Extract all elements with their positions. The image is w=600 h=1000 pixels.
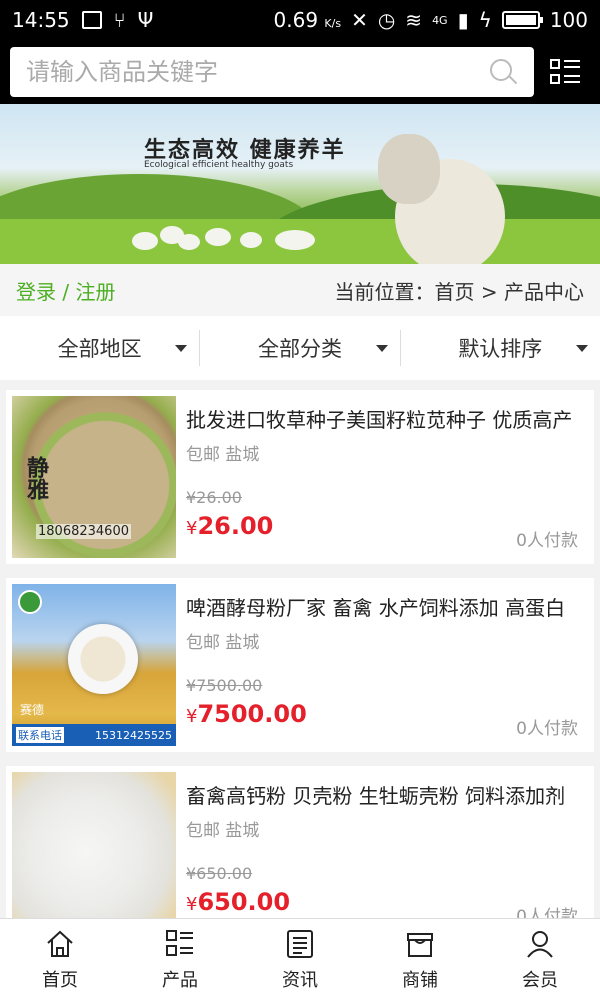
breadcrumb-bar: 登录 / 注册 当前位置：首页 > 产品中心 <box>0 264 600 316</box>
charging-icon: ϟ <box>478 8 492 32</box>
alarm-icon: ◷ <box>377 8 396 32</box>
product-image[interactable]: 静雅 18068234600 <box>12 396 176 558</box>
battery-icon <box>501 11 543 29</box>
usb-icon: Ψ <box>137 8 154 32</box>
chevron-down-icon <box>375 345 388 352</box>
tab-products[interactable]: 产品 <box>120 919 240 1000</box>
bottom-tab-bar: 首页 产品 资讯 商铺 会员 <box>0 918 600 1000</box>
status-bar: 14:55 ⑂ Ψ 0.69 K/s ✕ ◷ ≋ 4G ▮ ϟ 100 <box>0 0 600 40</box>
news-icon <box>287 929 313 958</box>
mute-icon: ✕ <box>351 8 368 32</box>
brand-logo-icon <box>18 590 42 614</box>
network-type: 4G <box>432 13 448 27</box>
original-price: ¥7500.00 <box>186 676 263 695</box>
tab-news[interactable]: 资讯 <box>240 919 360 1000</box>
search-input[interactable] <box>26 58 488 86</box>
category-menu-icon[interactable] <box>550 57 580 87</box>
tab-member[interactable]: 会员 <box>480 919 600 1000</box>
product-tag: 包邮 盐城 <box>186 633 260 653</box>
wifi-icon: ≋ <box>405 8 423 32</box>
image-notification-icon <box>81 11 102 29</box>
product-image[interactable]: 赛德 联系电话 15312425525 <box>12 584 176 746</box>
tab-home[interactable]: 首页 <box>0 919 120 1000</box>
original-price: ¥650.00 <box>186 864 253 883</box>
product-title[interactable]: 啤酒酵母粉厂家 畜禽 水产饲料添加 高蛋白 <box>186 592 581 621</box>
login-register-link[interactable]: 登录 / 注册 <box>16 276 115 305</box>
search-box[interactable] <box>10 47 534 97</box>
product-tag: 包邮 盐城 <box>186 821 260 841</box>
sold-count: 0人付款 <box>516 719 578 739</box>
status-time: 14:55 <box>12 8 70 32</box>
product-grid-icon <box>166 929 193 956</box>
home-icon <box>47 930 73 957</box>
product-title[interactable]: 畜禽高钙粉 贝壳粉 生牡蛎壳粉 饲料添加剂 <box>186 780 581 809</box>
filter-sort-dropdown[interactable]: 默认排序 <box>399 330 600 366</box>
promo-banner[interactable]: 生态高效 健康养羊 Ecological efficient healthy g… <box>0 104 600 264</box>
filter-bar: 全部地区 全部分类 默认排序 <box>0 316 600 380</box>
product-card[interactable]: 畜禽高钙粉 贝壳粉 生牡蛎壳粉 饲料添加剂 包邮 盐城 ¥650.00 ¥650… <box>6 766 594 927</box>
original-price: ¥26.00 <box>186 488 242 507</box>
breadcrumb: 当前位置：首页 > 产品中心 <box>334 279 584 304</box>
current-price: ¥7500.00 <box>186 700 307 728</box>
filter-category-dropdown[interactable]: 全部分类 <box>199 330 399 366</box>
filter-region-dropdown[interactable]: 全部地区 <box>0 330 199 366</box>
sold-count: 0人付款 <box>516 531 578 551</box>
product-card[interactable]: 赛德 联系电话 15312425525 啤酒酵母粉厂家 畜禽 水产饲料添加 高蛋… <box>6 578 594 752</box>
chevron-down-icon <box>575 345 588 352</box>
search-header <box>0 40 600 104</box>
product-tag: 包邮 盐城 <box>186 445 260 465</box>
battery-percent: 100 <box>549 8 588 32</box>
share-notification-icon: ⑂ <box>113 8 126 32</box>
product-title[interactable]: 批发进口牧草种子美国籽粒苋种子 优质高产 <box>186 404 581 433</box>
signal-icon: ▮ <box>457 8 469 32</box>
user-icon <box>527 930 553 958</box>
tab-shops[interactable]: 商铺 <box>360 919 480 1000</box>
product-image[interactable] <box>12 772 176 918</box>
product-card[interactable]: 静雅 18068234600 批发进口牧草种子美国籽粒苋种子 优质高产 包邮 盐… <box>6 390 594 564</box>
network-speed: 0.69 K/s <box>273 8 342 32</box>
current-price: ¥26.00 <box>186 512 274 540</box>
current-price: ¥650.00 <box>186 888 291 916</box>
banner-subtitle: Ecological efficient healthy goats <box>144 160 294 170</box>
chevron-down-icon <box>175 345 188 352</box>
shop-icon <box>407 932 433 957</box>
search-icon[interactable] <box>488 57 518 87</box>
